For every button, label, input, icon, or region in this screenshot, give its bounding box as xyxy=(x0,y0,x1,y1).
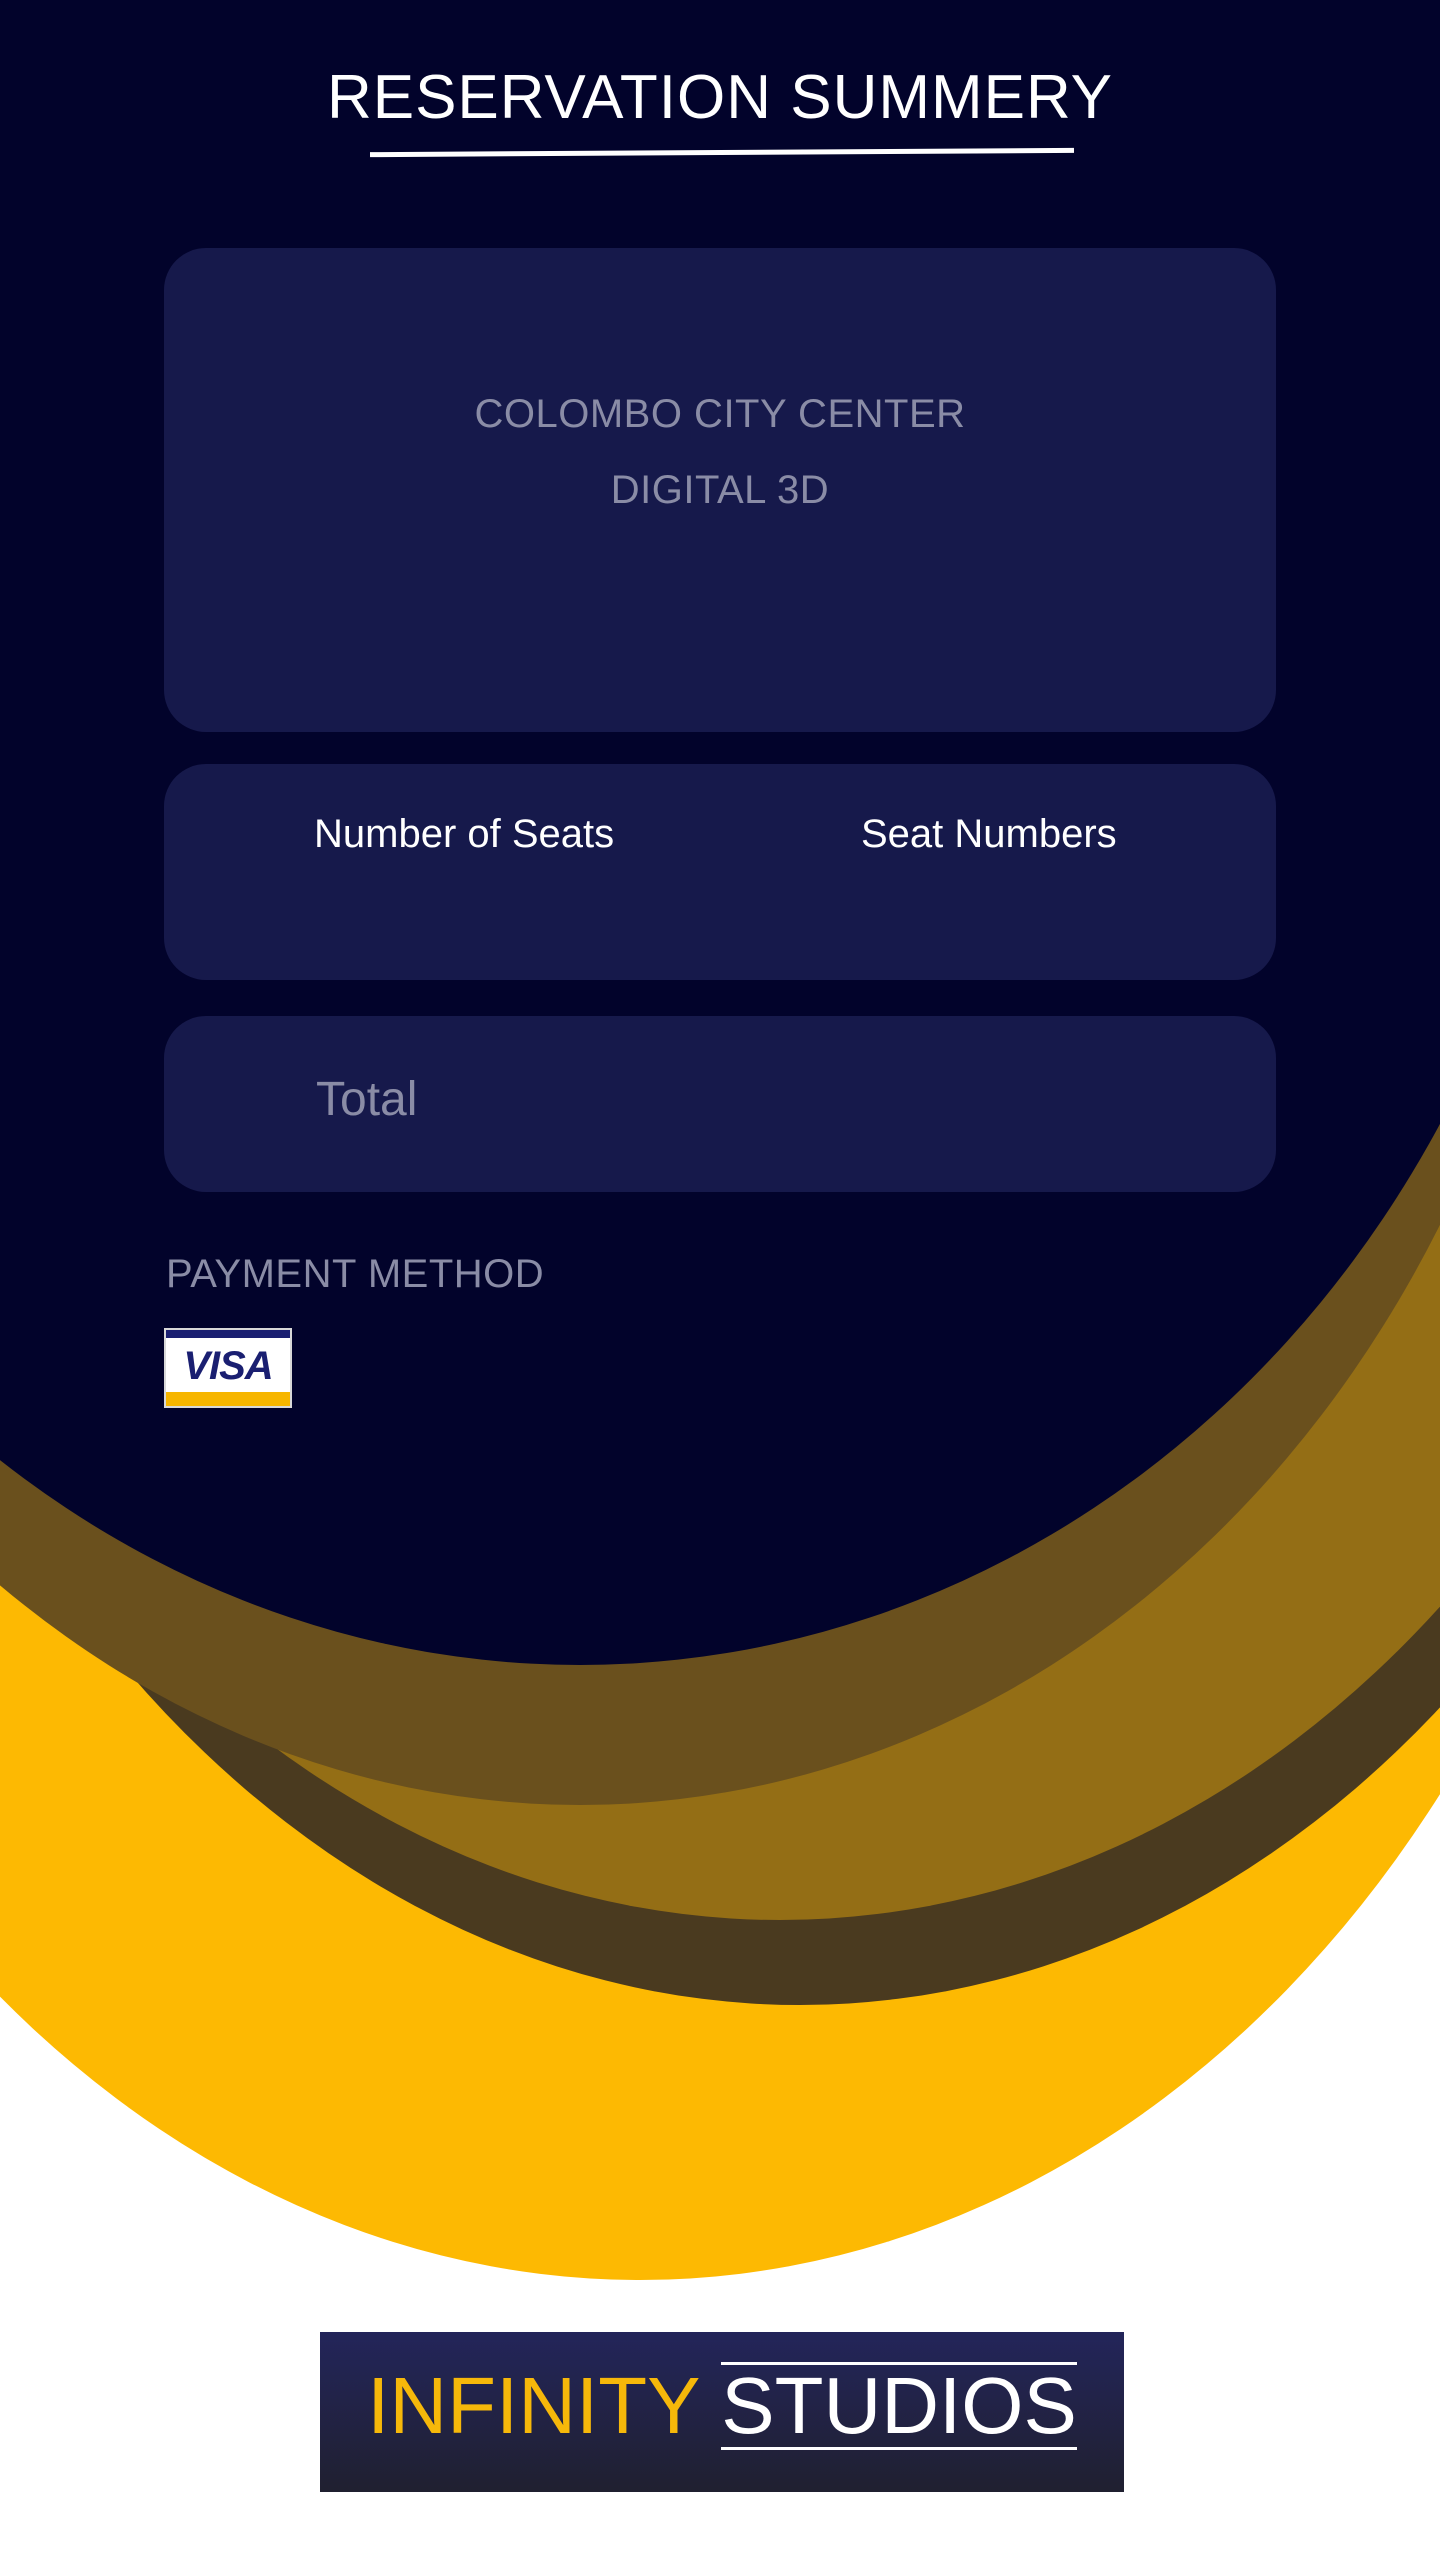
venue-name: COLOMBO CITY CENTER xyxy=(474,392,966,436)
seats-card: Number of Seats Seat Numbers xyxy=(164,764,1276,980)
brand-word-infinity: INFINITY xyxy=(367,2361,700,2450)
seat-numbers-label: Seat Numbers xyxy=(861,812,1117,856)
payment-method-label: PAYMENT METHOD xyxy=(166,1252,545,1296)
brand-logo: INFINITY STUDIOS xyxy=(320,2360,1124,2452)
number-of-seats-label: Number of Seats xyxy=(314,812,615,856)
venue-format: DIGITAL 3D xyxy=(610,468,830,512)
venue-card: COLOMBO CITY CENTER DIGITAL 3D xyxy=(164,248,1276,732)
visa-stripe-top xyxy=(166,1330,290,1338)
total-label: Total xyxy=(316,1073,418,1126)
visa-payment-option[interactable]: VISA xyxy=(164,1328,292,1408)
total-card: Total xyxy=(164,1016,1276,1192)
brand-banner: INFINITY STUDIOS xyxy=(320,2332,1124,2492)
brand-word-studios: STUDIOS xyxy=(721,2361,1077,2450)
visa-logo-text: VISA xyxy=(183,1344,273,1388)
page-title: RESERVATION SUMMERY xyxy=(326,63,1114,132)
visa-stripe-bottom xyxy=(166,1392,290,1406)
